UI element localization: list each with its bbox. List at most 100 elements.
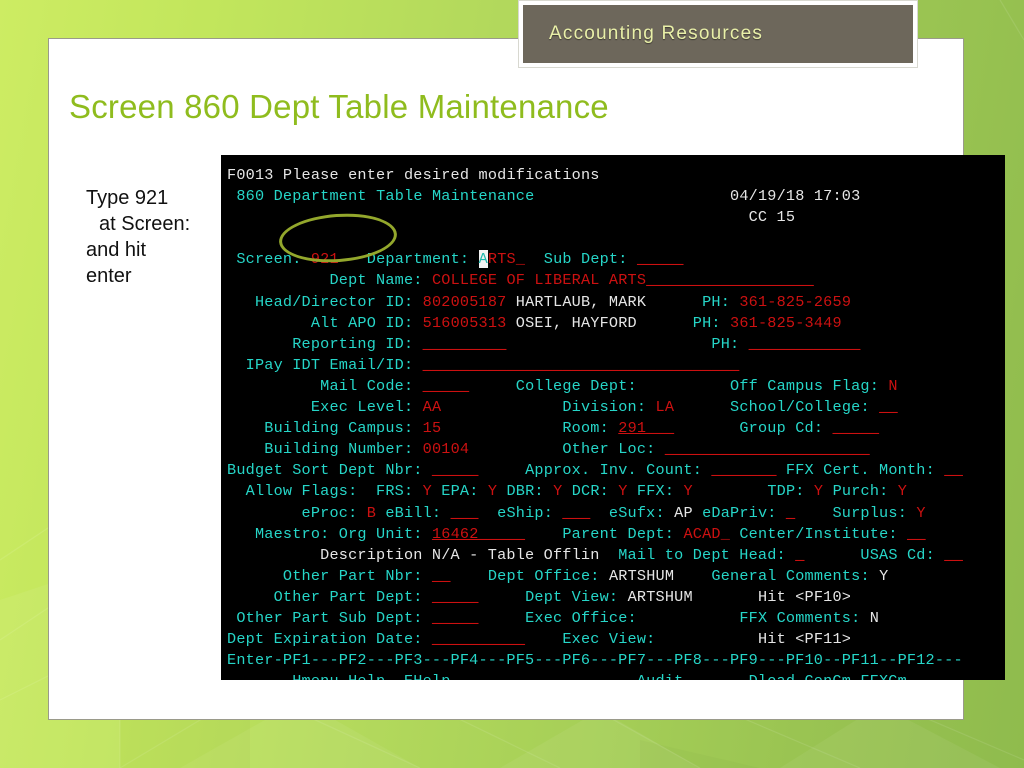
field-mail-code[interactable]: _____ [423, 377, 470, 395]
field-budget-sort[interactable]: _____ [432, 461, 479, 479]
cursor-block[interactable]: A [478, 250, 488, 269]
label-exec-level: Exec Level: [310, 398, 414, 417]
label-budget-sort: Budget Sort Dept Nbr: [227, 461, 423, 480]
message-code: F0013 [227, 166, 274, 184]
field-general-comments[interactable]: Y [879, 567, 888, 585]
field-division[interactable]: LA [656, 398, 675, 416]
terminal-line-allow-flags: Allow Flags: FRS: Y EPA: Y DBR: Y DCR: Y… [245, 482, 908, 501]
label-ffx-cert-month: FFX Cert. Month: [785, 461, 935, 480]
cc-value: CC 15 [748, 208, 796, 227]
label-parent-dept: Parent Dept: [562, 524, 675, 543]
field-maestro-org-unit[interactable]: 16462_____ [432, 525, 525, 543]
field-ipay[interactable]: __________________________________ [423, 356, 740, 374]
field-description: Description N/A - Table Offlin [320, 545, 600, 564]
hit-pf10-hint: Hit <PF10> [757, 587, 852, 606]
label-building-number: Building Number: [264, 440, 414, 459]
terminal-line-other-part-dept: Other Part Dept: _____ Dept View: ARTSHU… [221, 587, 1005, 608]
field-mail-to-dept-head[interactable]: _ [795, 546, 804, 564]
label-other-loc: Other Loc: [562, 440, 656, 459]
label-sub-dept: Sub Dept: [543, 250, 628, 269]
datetime: 04/19/18 17:03 [730, 187, 861, 206]
field-other-part-nbr[interactable]: __ [432, 567, 451, 585]
label-dept-office: Dept Office: [487, 566, 600, 585]
label-other-part-nbr: Other Part Nbr: [282, 566, 423, 585]
field-building-number[interactable]: 00104 [423, 440, 470, 458]
label-ffx-comments: FFX Comments: [739, 608, 861, 627]
field-screen[interactable]: 921 [311, 250, 339, 268]
field-esufx[interactable]: AP [674, 504, 693, 522]
field-usas-cd[interactable]: __ [944, 546, 963, 564]
field-dept-office[interactable]: ARTSHUM [609, 567, 674, 585]
screen-title: Department Table Maintenance [273, 187, 535, 206]
field-center-institute[interactable]: __ [907, 525, 926, 543]
label-alt-apo-id: Alt APO ID: [310, 313, 414, 332]
field-epa[interactable]: Y [488, 482, 497, 500]
terminal-line-cc: CC 15 [221, 207, 1005, 228]
label-dept-expiration-date: Dept Expiration Date: [227, 630, 423, 649]
terminal-line-building-number: Building Number: 00104 Other Loc: ______… [221, 439, 1005, 460]
label-general-comments: General Comments: [711, 566, 870, 585]
label-dept-name: Dept Name: [329, 271, 423, 290]
terminal-line-description: Description N/A - Table Offlin Mail to D… [221, 545, 1005, 566]
terminal-screen[interactable]: F0013 Please enter desired modifications… [221, 155, 1005, 680]
field-dept-expiration-date[interactable]: __________ [432, 630, 525, 648]
field-eproc[interactable]: B [367, 504, 376, 522]
field-alt-apo-id[interactable]: 516005313 [423, 314, 507, 332]
field-off-campus-flag[interactable]: N [888, 377, 897, 395]
terminal-line-eproc: eProc: B eBill: ___ eShip: ___ eSufx: AP… [227, 503, 926, 522]
field-other-part-dept[interactable]: _____ [432, 588, 479, 606]
field-other-part-sub-dept[interactable]: _____ [432, 609, 479, 627]
field-approx-inv[interactable]: _______ [711, 461, 776, 479]
label-head-director-id: Head/Director ID: [254, 292, 414, 311]
field-dept-name-pad[interactable]: __________________ [646, 271, 814, 289]
label-group-cd: Group Cd: [739, 419, 824, 438]
field-head-director-id[interactable]: 802005187 [423, 293, 507, 311]
field-head-director-ph[interactable]: 361-825-2659 [739, 293, 851, 311]
field-building-campus[interactable]: 15 [423, 419, 442, 437]
label-building-campus: Building Campus: [264, 419, 414, 438]
field-sub-dept[interactable]: _____ [637, 250, 684, 268]
label-mail-to-dept-head: Mail to Dept Head: [618, 545, 786, 564]
field-dept-view[interactable]: ARTSHUM [628, 588, 693, 606]
label-dept-view: Dept View: [525, 587, 619, 606]
terminal-line-maestro: Maestro: Org Unit: 16462_____ Parent Dep… [221, 524, 1005, 545]
field-dbr[interactable]: Y [553, 482, 562, 500]
field-reporting-id[interactable]: _________ [423, 335, 507, 353]
terminal-line-dept-name: Dept Name: COLLEGE OF LIBERAL ARTS______… [221, 270, 1005, 291]
field-dcr[interactable]: Y [618, 482, 627, 500]
terminal-pf-bar: Enter-PF1---PF2---PF3---PF4---PF5---PF6-… [227, 651, 963, 670]
annotation-line-3: and hit [86, 239, 147, 261]
field-department[interactable]: RTS_ [488, 250, 525, 268]
field-tdp[interactable]: Y [814, 482, 823, 500]
field-frs[interactable]: Y [423, 482, 432, 500]
field-purch[interactable]: Y [898, 482, 907, 500]
field-surplus[interactable]: Y [916, 504, 925, 522]
field-parent-dept[interactable]: ACAD_ [683, 525, 730, 543]
label-college-dept: College Dept: [515, 376, 637, 395]
field-ebill[interactable]: ___ [451, 504, 479, 522]
field-ffx-cert-month[interactable]: __ [944, 461, 963, 479]
terminal-line-message: F0013 Please enter desired modifications [221, 165, 1005, 186]
terminal-pf-keys[interactable]: Hmenu Help EHelp Audit Dload GenCm FFXCm [221, 671, 1005, 680]
field-dept-name[interactable]: COLLEGE OF LIBERAL ARTS [432, 271, 646, 289]
terminal-line-budget-sort: Budget Sort Dept Nbr: _____ Approx. Inv.… [221, 460, 1005, 481]
field-alt-apo-ph[interactable]: 361-825-3449 [730, 314, 842, 332]
field-reporting-ph[interactable]: ____________ [749, 335, 861, 353]
label-room: Room: [562, 419, 609, 438]
field-group-cd[interactable]: _____ [833, 419, 880, 437]
field-eship[interactable]: ___ [562, 504, 590, 522]
label-mail-code: Mail Code: [320, 376, 414, 395]
hit-pf11-hint: Hit <PF11> [757, 630, 852, 649]
field-exec-level[interactable]: AA [423, 398, 442, 416]
banner: Accounting Resources [518, 0, 918, 68]
field-room[interactable]: 291___ [618, 419, 674, 437]
field-ffx[interactable]: Y [684, 482, 693, 500]
field-ffx-comments[interactable]: N [870, 609, 879, 627]
field-other-loc[interactable]: ______________________ [665, 440, 870, 458]
label-screen: Screen: [236, 250, 302, 269]
label-school-college: School/College: [730, 398, 870, 417]
instruction-annotation: Type 921 at Screen: and hit enter [86, 185, 236, 289]
label-center-institute: Center/Institute: [739, 524, 898, 543]
field-school-college[interactable]: __ [879, 398, 898, 416]
field-edapriv[interactable]: _ [786, 504, 795, 522]
